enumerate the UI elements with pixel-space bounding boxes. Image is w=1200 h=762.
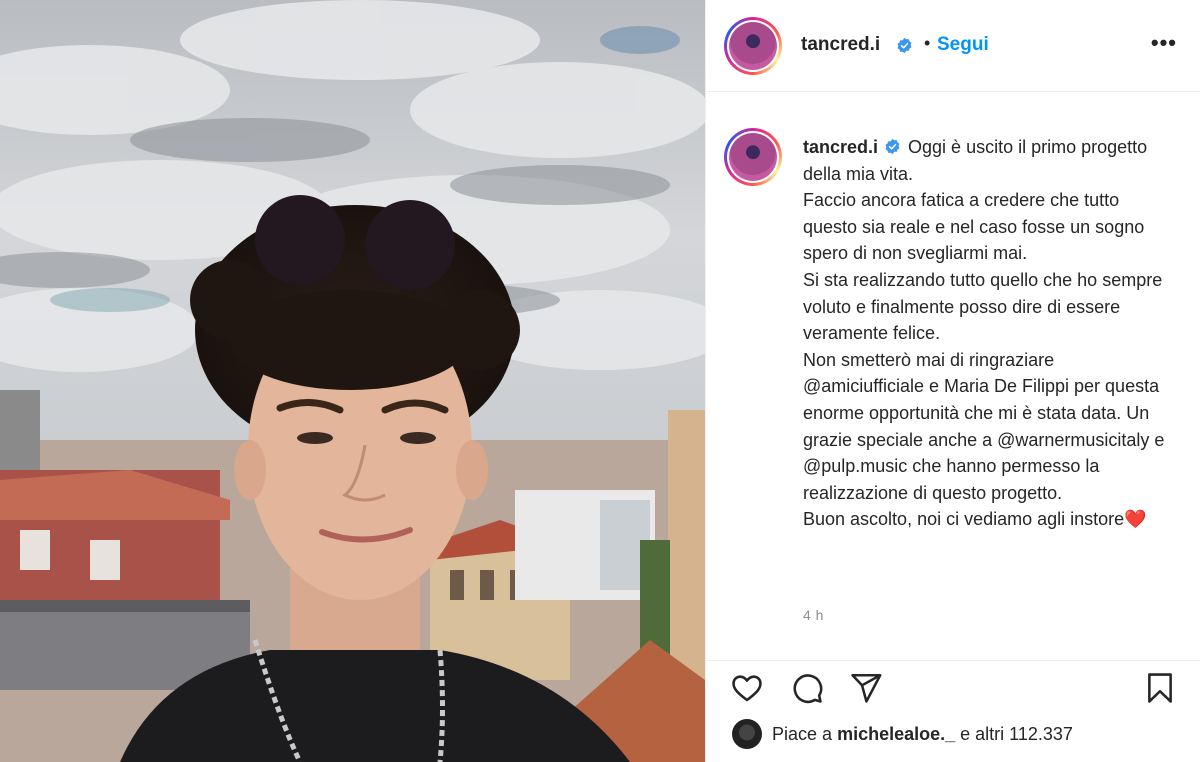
caption-line: Faccio ancora fatica a credere che tutto… (803, 190, 1145, 264)
likes-count[interactable]: e altri 112.337 (960, 724, 1073, 745)
caption-username[interactable]: tancred.i (803, 137, 878, 157)
post-timestamp[interactable]: 4 h (803, 607, 824, 623)
post-image[interactable] (0, 0, 705, 762)
heart-emoji: ❤️ (1124, 509, 1147, 530)
separator-dot: • (924, 33, 931, 53)
heart-icon[interactable] (730, 671, 764, 705)
share-icon[interactable] (849, 671, 883, 705)
verified-badge-icon (897, 37, 912, 54)
liker-avatar[interactable] (732, 719, 762, 749)
more-options-icon[interactable]: ••• (1151, 30, 1177, 56)
comment-icon[interactable] (790, 671, 824, 705)
caption-text: tancred.i Oggi è uscito il primo progett… (803, 134, 1173, 533)
caption-line: Buon ascolto, noi ci vediamo agli instor… (803, 509, 1125, 530)
caption-line: Si sta realizzando tutto quello che ho s… (803, 269, 1163, 344)
author-username[interactable]: tancred.i (801, 34, 880, 56)
caption-author-avatar[interactable] (724, 128, 782, 186)
author-avatar[interactable] (724, 17, 782, 75)
verified-badge-icon (885, 138, 900, 155)
likes-prefix: Piace a (772, 723, 833, 744)
caption-line: Non smetterò mai di ringraziare @amiciuf… (803, 349, 1165, 503)
liker-username[interactable]: michelealoe._ (837, 724, 955, 745)
post-header: tancred.i • Segui ••• (706, 0, 1200, 92)
follow-button[interactable]: Segui (937, 34, 989, 56)
action-bar (706, 660, 1200, 712)
bookmark-icon[interactable] (1143, 671, 1177, 705)
post-side-panel: tancred.i • Segui ••• tancred.i Oggi è u… (705, 0, 1200, 762)
likes-summary[interactable]: Piace a michelealoe._ e altri 112.337 (732, 719, 1073, 749)
